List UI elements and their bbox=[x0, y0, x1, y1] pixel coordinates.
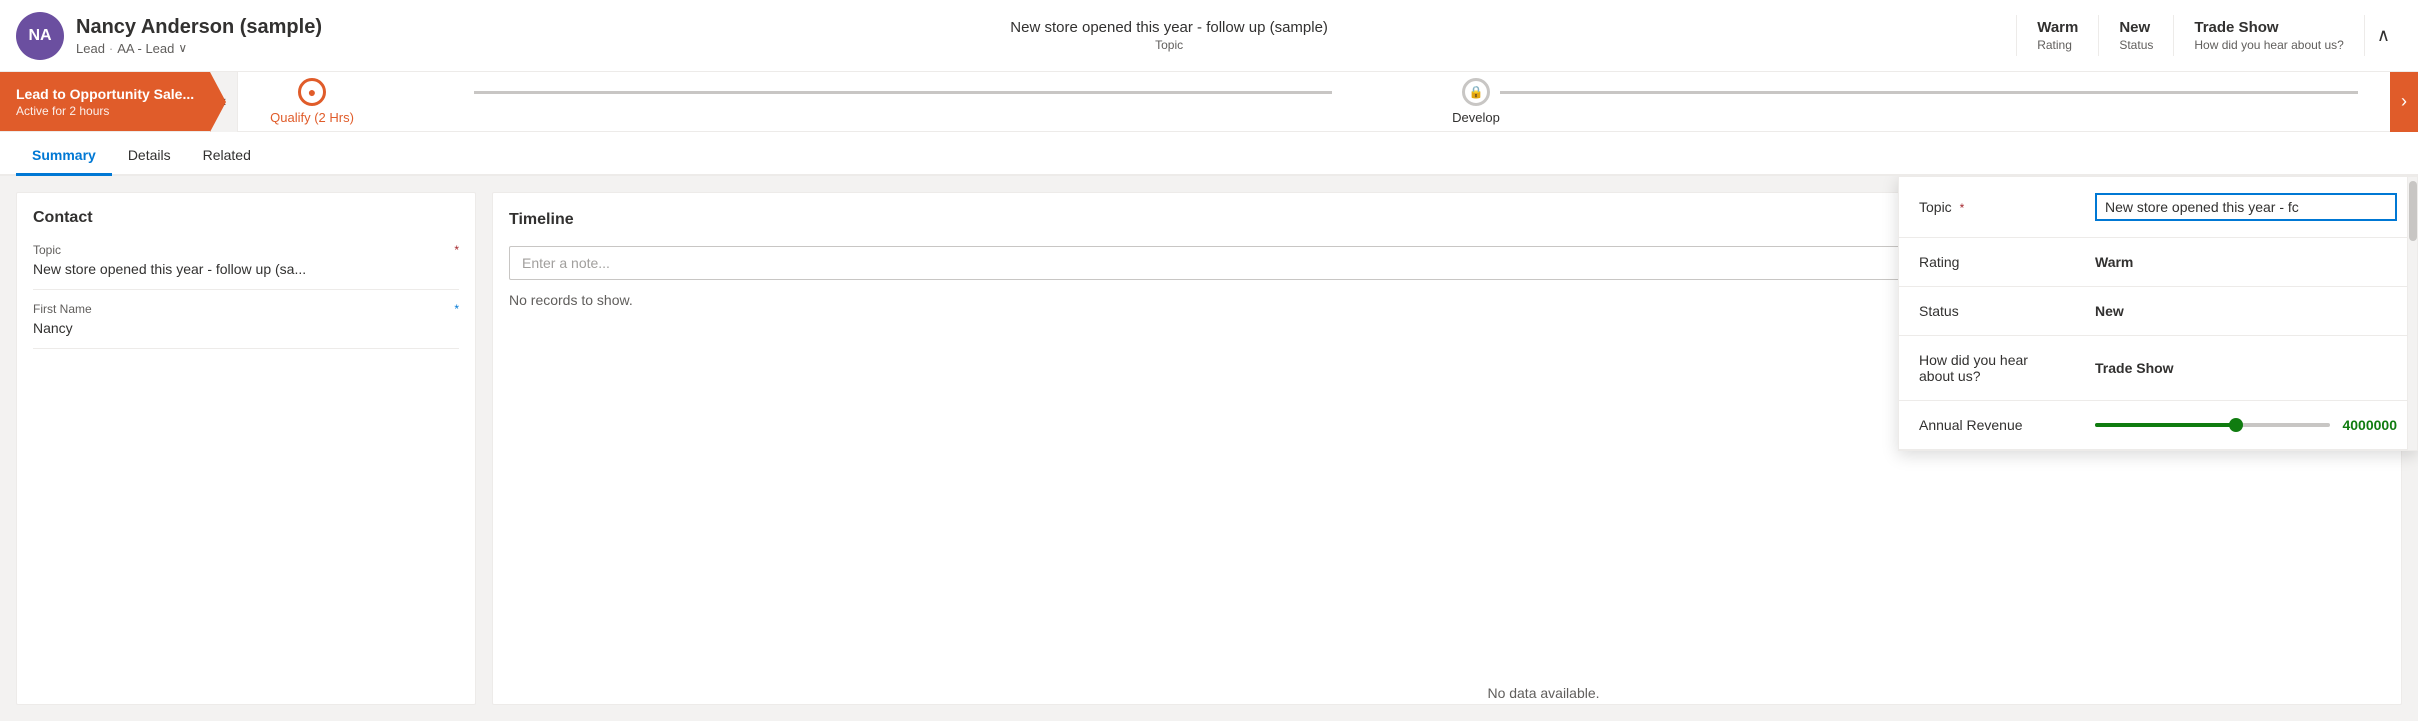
stage-step-develop[interactable]: 🔒 Develop bbox=[1452, 78, 1500, 125]
header-field-howheard: Trade Show How did you hear about us? bbox=[2174, 15, 2364, 56]
slider-container: 4000000 bbox=[2095, 417, 2397, 433]
header-right: Warm Rating New Status Trade Show How di… bbox=[2016, 15, 2402, 56]
header-name: Nancy Anderson (sample) bbox=[76, 16, 322, 39]
develop-icon: 🔒 bbox=[1462, 78, 1490, 106]
chevron-down-icon[interactable]: ∨ bbox=[178, 41, 187, 55]
status-value: New bbox=[2119, 19, 2153, 36]
popup-row-howheard: How did you hearabout us? Trade Show bbox=[1899, 336, 2417, 401]
slider-fill bbox=[2095, 423, 2236, 427]
stage-next-button[interactable]: › bbox=[2390, 72, 2418, 132]
popup-row-rating: Rating Warm bbox=[1899, 238, 2417, 287]
stage-bar: Lead to Opportunity Sale... Active for 2… bbox=[0, 72, 2418, 132]
popup-rating-label: Rating bbox=[1919, 254, 2079, 270]
firstname-field-value[interactable]: Nancy bbox=[33, 320, 459, 336]
header-identity: Nancy Anderson (sample) Lead · AA - Lead… bbox=[76, 16, 322, 56]
firstname-required-star: * bbox=[454, 302, 459, 316]
header-field-rating: Warm Rating bbox=[2017, 15, 2099, 56]
stage-step-qualify[interactable]: ● Qualify (2 Hrs) bbox=[270, 78, 354, 125]
slider-value: 4000000 bbox=[2342, 417, 2397, 433]
firstname-field-label: First Name * bbox=[33, 302, 459, 316]
popup-row-topic: Topic * bbox=[1899, 177, 2417, 238]
header-topic-value: New store opened this year - follow up (… bbox=[1010, 19, 1328, 36]
topic-field-label: Topic * bbox=[33, 243, 459, 257]
stage-line bbox=[474, 91, 1332, 94]
header-sub-lead: Lead bbox=[76, 41, 105, 56]
scrollbar[interactable] bbox=[2407, 177, 2417, 450]
popup-topic-label-text: Topic bbox=[1919, 199, 1952, 215]
contact-title: Contact bbox=[33, 209, 459, 227]
popup-howheard-value[interactable]: Trade Show bbox=[2095, 360, 2397, 376]
tabs-bar: Summary Details Related bbox=[0, 132, 2418, 176]
tab-summary[interactable]: Summary bbox=[16, 137, 112, 176]
topic-required-star: * bbox=[454, 243, 459, 257]
stage-active-title: Lead to Opportunity Sale... bbox=[16, 86, 194, 102]
main-content: Contact Topic * New store opened this ye… bbox=[0, 176, 2418, 721]
rating-label: Rating bbox=[2037, 38, 2078, 52]
tab-details[interactable]: Details bbox=[112, 137, 187, 176]
popup-row-status: Status New bbox=[1899, 287, 2417, 336]
firstname-label-text: First Name bbox=[33, 302, 92, 316]
stage-active-label: Lead to Opportunity Sale... Active for 2… bbox=[0, 72, 210, 131]
status-label: Status bbox=[2119, 38, 2153, 52]
header-dot: · bbox=[109, 41, 113, 56]
slider-thumb[interactable] bbox=[2229, 418, 2243, 432]
popup-row-revenue: Annual Revenue 4000000 bbox=[1899, 401, 2417, 450]
header-sub-aalead: AA - Lead bbox=[117, 41, 174, 56]
collapse-button[interactable]: ∧ bbox=[2365, 15, 2402, 56]
contact-field-topic: Topic * New store opened this year - fol… bbox=[33, 243, 459, 290]
topic-label-text: Topic bbox=[33, 243, 61, 257]
header-center: New store opened this year - follow up (… bbox=[322, 19, 2016, 52]
popup-topic-input[interactable] bbox=[2095, 193, 2397, 221]
popup-topic-label: Topic * bbox=[1919, 199, 2079, 215]
popup-howheard-label: How did you hearabout us? bbox=[1919, 352, 2079, 384]
contact-field-firstname: First Name * Nancy bbox=[33, 302, 459, 349]
popup-topic-required: * bbox=[1960, 201, 1965, 215]
scrollbar-thumb[interactable] bbox=[2409, 181, 2417, 241]
qualify-icon: ● bbox=[298, 78, 326, 106]
header-sub: Lead · AA - Lead ∨ bbox=[76, 41, 322, 56]
header: NA Nancy Anderson (sample) Lead · AA - L… bbox=[0, 0, 2418, 72]
rating-value: Warm bbox=[2037, 19, 2078, 36]
stage-line-2 bbox=[1500, 91, 2358, 94]
header-field-status: New Status bbox=[2099, 15, 2174, 56]
contact-card: Contact Topic * New store opened this ye… bbox=[16, 192, 476, 705]
popup-status-label: Status bbox=[1919, 303, 2079, 319]
revenue-slider[interactable] bbox=[2095, 423, 2330, 427]
stage-active-sub: Active for 2 hours bbox=[16, 104, 194, 118]
qualify-label: Qualify (2 Hrs) bbox=[270, 110, 354, 125]
no-data-text: No data available. bbox=[1487, 685, 1599, 701]
avatar: NA bbox=[16, 12, 64, 60]
tab-related[interactable]: Related bbox=[187, 137, 267, 176]
topic-field-value[interactable]: New store opened this year - follow up (… bbox=[33, 261, 459, 277]
howheard-value: Trade Show bbox=[2194, 19, 2343, 36]
popup-panel: Topic * Rating Warm Status New How did y… bbox=[1898, 176, 2418, 451]
no-data-area: No data available. bbox=[1209, 685, 1878, 701]
stage-steps: ● Qualify (2 Hrs) 🔒 Develop bbox=[238, 78, 2390, 125]
howheard-label: How did you hear about us? bbox=[2194, 38, 2343, 52]
timeline-title: Timeline bbox=[509, 211, 574, 229]
popup-rating-value[interactable]: Warm bbox=[2095, 254, 2397, 270]
popup-status-value[interactable]: New bbox=[2095, 303, 2397, 319]
develop-label: Develop bbox=[1452, 110, 1500, 125]
header-topic-label: Topic bbox=[1155, 38, 1183, 52]
popup-revenue-label: Annual Revenue bbox=[1919, 417, 2079, 433]
